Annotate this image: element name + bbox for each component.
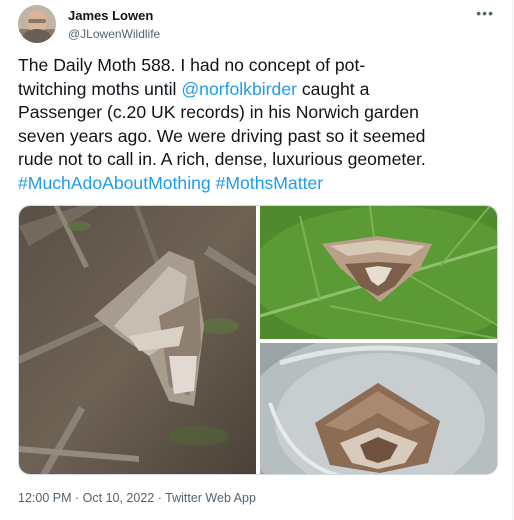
meta-separator: · — [157, 491, 162, 505]
author-names: James Lowen @JLowenWildlife — [68, 8, 160, 42]
author-handle[interactable]: @JLowenWildlife — [68, 26, 160, 42]
hashtag-link[interactable]: #MothsMatter — [216, 173, 324, 193]
media-grid — [18, 205, 498, 475]
tweet-time[interactable]: 12:00 PM — [18, 491, 72, 505]
tweet-card: James Lowen @JLowenWildlife ••• The Dail… — [0, 0, 514, 520]
tweet-text: The Daily Moth 588. I had no concept of … — [18, 54, 502, 195]
mention-link[interactable]: @norfolkbirder — [181, 79, 297, 99]
tweet-date[interactable]: Oct 10, 2022 — [83, 491, 155, 505]
tweet-source[interactable]: Twitter Web App — [165, 491, 256, 505]
tweet-header: James Lowen @JLowenWildlife ••• — [18, 5, 498, 45]
avatar[interactable] — [18, 5, 56, 43]
moth-photo-ground[interactable] — [19, 206, 256, 474]
right-border — [512, 0, 513, 520]
moth-photo-leaf[interactable] — [260, 206, 497, 339]
author-display-name[interactable]: James Lowen — [68, 8, 160, 24]
tweet-meta: 12:00 PM · Oct 10, 2022 · Twitter Web Ap… — [18, 491, 256, 505]
more-horizontal-icon[interactable]: ••• — [476, 5, 494, 21]
hashtag-link[interactable]: #MuchAdoAboutMothing — [18, 173, 211, 193]
moth-photo-pot[interactable] — [260, 343, 497, 474]
meta-separator: · — [75, 491, 80, 505]
